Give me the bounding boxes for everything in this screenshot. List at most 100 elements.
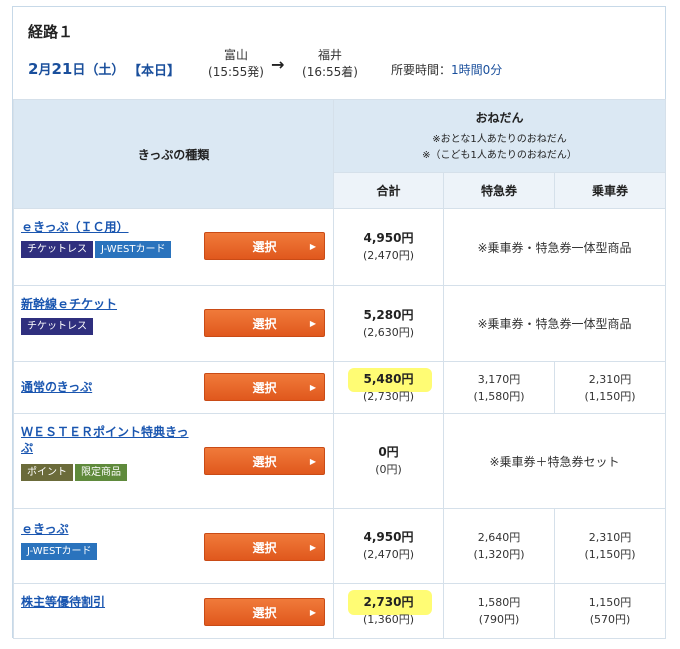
ticket-name-link[interactable]: ｅきっぷ xyxy=(21,521,196,537)
select-button[interactable]: 選択 ▶ xyxy=(204,533,325,561)
departure-station-name: 富山 xyxy=(223,48,248,62)
total-price-child: (1,360円) xyxy=(362,613,415,626)
table-row: 新幹線ｅチケット チケットレス 選択 ▶ 5,280円 (2,630円) ※乗車券… xyxy=(13,285,667,362)
badge-ticketless: チケットレス xyxy=(21,318,93,335)
express-price: 3,170円 xyxy=(477,372,521,386)
express-price-child: (1,320円) xyxy=(473,548,525,561)
badge-jwest-card: J-WESTカード xyxy=(95,241,172,258)
arrival-station-name: 福井 xyxy=(317,48,342,62)
combined-ticket-note: ※乗車券・特急券一体型商品 xyxy=(442,285,667,362)
ticket-name-link[interactable]: 通常のきっぷ xyxy=(21,379,196,395)
select-button[interactable]: 選択 ▶ xyxy=(204,309,325,337)
chevron-right-icon: ▶ xyxy=(309,319,316,328)
travel-duration: 所要時間：1時間0分 xyxy=(391,61,502,78)
duration-label: 所要時間： xyxy=(391,63,452,77)
route-panel: 経路１ 2月21日（土） 【本日】 富山 (15:55発) → 福井 (16:5… xyxy=(12,6,667,639)
arrival-station: 福井 (16:55着) xyxy=(285,47,375,81)
base-fare: 1,150円 xyxy=(588,596,632,609)
date-month: 2 xyxy=(28,60,39,78)
express-price-cell: 3,170円 (1,580円) xyxy=(443,361,555,414)
total-price-cell: 4,950円 (2,470円) xyxy=(333,508,444,584)
date-day-suffix: 日（土） xyxy=(72,63,125,78)
route-title: 経路１ xyxy=(28,23,74,41)
base-fare-cell: 1,150円 (570円) xyxy=(553,583,667,639)
arrival-time: (16:55着) xyxy=(302,65,358,79)
select-button[interactable]: 選択 ▶ xyxy=(204,447,325,475)
combined-ticket-note: ※乗車券＋特急券セット xyxy=(442,413,667,509)
departure-time: (15:55発) xyxy=(208,65,264,79)
ticket-type-cell: ｅきっぷ J-WESTカード 選択 ▶ xyxy=(13,508,334,584)
total-price-child: (2,630円) xyxy=(362,325,415,339)
total-price: 5,280円 xyxy=(363,307,414,322)
route-arrow: → xyxy=(271,55,285,74)
price-note-child: ※（こども1人あたりのおねだん） xyxy=(422,149,577,161)
total-price-cell: 4,950円 (2,470円) xyxy=(333,208,444,286)
badge-limited: 限定商品 xyxy=(75,464,127,481)
total-price: 4,950円 xyxy=(363,530,414,544)
departure-station: 富山 (15:55発) xyxy=(191,47,281,81)
express-price-cell: 2,640円 (1,320円) xyxy=(443,508,555,584)
select-button-label: 選択 xyxy=(252,606,277,620)
chevron-right-icon: ▶ xyxy=(309,457,316,466)
table-row: 株主等優待割引 選択 ▶ 2,730円 (1,360円) 1,580円 (790円… xyxy=(13,583,667,639)
price-header-title: おねだん xyxy=(475,110,524,125)
total-price: 2,730円 xyxy=(363,595,414,609)
ticket-type-cell: 株主等優待割引 選択 ▶ xyxy=(13,583,334,639)
today-label: 【本日】 xyxy=(128,64,181,79)
price-header: おねだん ※おとな1人あたりのおねだん ※（こども1人あたりのおねだん） xyxy=(332,99,667,173)
ticket-name-link[interactable]: ｅきっぷ（ＩＣ用） xyxy=(21,219,196,235)
ticket-badges: チケットレス J-WESTカード xyxy=(21,241,173,258)
express-price-child: (1,580円) xyxy=(473,389,525,403)
select-button-label: 選択 xyxy=(252,381,277,395)
price-note-adult: ※おとな1人あたりのおねだん xyxy=(432,133,567,145)
table-row: ｅきっぷ J-WESTカード 選択 ▶ 4,950円 (2,470円) 2,640… xyxy=(13,508,667,584)
select-button[interactable]: 選択 ▶ xyxy=(204,232,325,260)
chevron-right-icon: ▶ xyxy=(309,242,316,251)
total-price-cell: 2,730円 (1,360円) xyxy=(333,583,444,639)
select-button-label: 選択 xyxy=(252,455,277,469)
ticket-type-cell: 通常のきっぷ 選択 ▶ xyxy=(13,361,334,414)
chevron-right-icon: ▶ xyxy=(309,543,316,552)
total-price-cell: 0円 (0円) xyxy=(333,413,444,509)
total-price-child: (2,470円) xyxy=(362,249,415,262)
ticket-type-header: きっぷの種類 xyxy=(13,99,334,209)
select-button[interactable]: 選択 ▶ xyxy=(204,373,325,401)
ticket-type-cell: 新幹線ｅチケット チケットレス 選択 ▶ xyxy=(13,285,334,362)
base-fare-child: (570円) xyxy=(589,613,631,626)
ticket-badges: チケットレス xyxy=(21,318,95,335)
travel-date: 2月21日（土） xyxy=(28,59,124,78)
total-price-child: (2,730円) xyxy=(362,389,415,403)
base-fare: 2,310円 xyxy=(588,531,632,544)
chevron-right-icon: ▶ xyxy=(309,383,316,392)
express-price: 1,580円 xyxy=(477,596,521,609)
total-price: 5,480円 xyxy=(363,371,414,386)
express-price-cell: 1,580円 (790円) xyxy=(443,583,555,639)
express-price-child: (790円) xyxy=(478,613,520,626)
base-fare-child: (1,150円) xyxy=(584,548,636,561)
select-button[interactable]: 選択 ▶ xyxy=(204,598,325,626)
total-column-header: 合計 xyxy=(333,172,444,209)
base-fare-column-header: 乗車券 xyxy=(553,172,667,209)
select-button-label: 選択 xyxy=(252,240,277,254)
ticket-name-link[interactable]: 株主等優待割引 xyxy=(21,594,196,610)
ticket-badges: ポイント 限定商品 xyxy=(21,464,129,481)
ticket-badges: J-WESTカード xyxy=(21,543,99,560)
chevron-right-icon: ▶ xyxy=(309,608,316,617)
ticket-name-link[interactable]: ＷＥＳＴＥＲポイント特典きっぷ xyxy=(21,424,196,456)
express-price: 2,640円 xyxy=(477,531,521,544)
ticket-type-cell: ＷＥＳＴＥＲポイント特典きっぷ ポイント 限定商品 選択 ▶ xyxy=(13,413,334,509)
base-fare-cell: 2,310円 (1,150円) xyxy=(553,508,667,584)
express-column-header: 特急券 xyxy=(443,172,555,209)
base-fare-cell: 2,310円 (1,150円) xyxy=(553,361,667,414)
table-row: ＷＥＳＴＥＲポイント特典きっぷ ポイント 限定商品 選択 ▶ 0円 (0円) ※乗車… xyxy=(13,413,667,509)
duration-value: 1時間0分 xyxy=(451,63,503,77)
badge-point: ポイント xyxy=(21,464,73,481)
total-price-child: (0円) xyxy=(375,463,402,476)
base-fare-child: (1,150円) xyxy=(584,389,636,403)
badge-ticketless: チケットレス xyxy=(21,241,93,258)
fare-table: きっぷの種類 おねだん ※おとな1人あたりのおねだん ※（こども1人あたりのおね… xyxy=(13,99,667,639)
total-price-child: (2,470円) xyxy=(362,548,415,561)
ticket-name-link[interactable]: 新幹線ｅチケット xyxy=(21,296,196,312)
total-price: 0円 xyxy=(378,445,399,459)
select-button-label: 選択 xyxy=(252,541,277,555)
